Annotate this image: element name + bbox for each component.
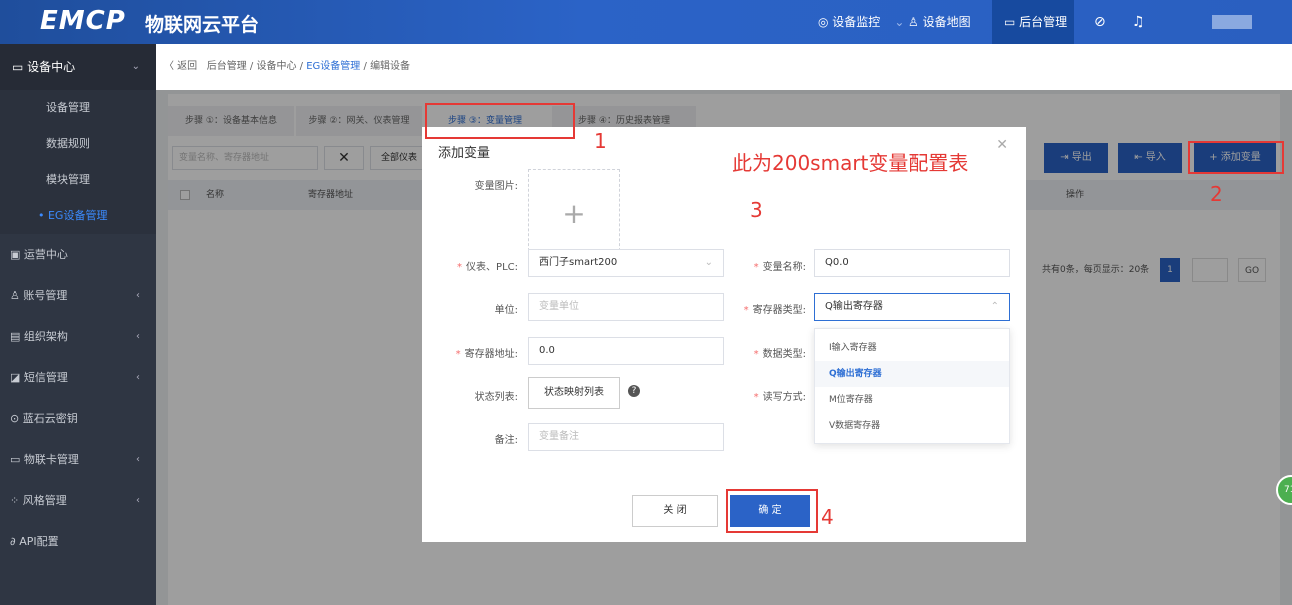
key-icon: ⊙ [10, 412, 23, 425]
close-button[interactable]: 关 闭 [632, 495, 718, 527]
monitor-icon: ◎ [818, 15, 833, 29]
breadcrumb-current: 编辑设备 [370, 61, 411, 72]
chevron-left-icon: ‹ [136, 454, 140, 465]
annotation-number-2: 2 [1210, 182, 1223, 206]
user-icon: ♙ [10, 289, 24, 302]
rw-label: * 读写方式: [753, 392, 806, 403]
chevron-up-icon: ⌃ [990, 301, 999, 312]
sidebar-item-accounts[interactable]: ♙ 账号管理 ‹ [0, 275, 156, 316]
annotation-box-2 [1188, 141, 1284, 174]
sidebar-section-device-center[interactable]: ▭ 设备中心 ⌄ [0, 44, 156, 90]
help-icon[interactable]: ⊘ [1094, 0, 1106, 44]
sidebar-item-data-rules[interactable]: 数据规则 [0, 126, 156, 162]
annotation-box-4 [726, 489, 818, 533]
unit-label: 单位: [494, 305, 518, 316]
close-icon[interactable]: ✕ [996, 137, 1008, 153]
data-type-label: * 数据类型: [753, 349, 806, 360]
image-upload[interactable]: + [528, 169, 620, 261]
status-map-button[interactable]: 状态映射列表 [528, 377, 620, 409]
breadcrumb-admin[interactable]: 后台管理 [207, 61, 247, 72]
instrument-label: * 仪表、PLC: [457, 262, 518, 273]
register-address-input[interactable]: 0.0 [528, 337, 724, 365]
add-variable-dialog: 添加变量 ✕ 变量图片: + * 仪表、PLC: 西门子smart200 ⌄ * 变量… [422, 127, 1026, 542]
sidebar-item-sms[interactable]: ◪ 短信管理 ‹ [0, 357, 156, 398]
sidebar: ▭ 设备中心 ⌄ 设备管理 数据规则 模块管理 • EG设备管理 ▣ 运营中心 … [0, 44, 156, 605]
sidebar-item-operations[interactable]: ▣ 运营中心 [0, 234, 156, 275]
plus-icon: + [562, 197, 586, 230]
nav-device-monitor[interactable]: ◎ 设备监控 ⌄ [818, 0, 904, 44]
register-type-label: * 寄存器类型: [743, 305, 806, 316]
variable-name-input[interactable]: Q0.0 [814, 249, 1010, 277]
chevron-left-icon: ‹ [136, 290, 140, 301]
sidebar-item-style[interactable]: ⁘ 风格管理 ‹ [0, 480, 156, 521]
dialog-title: 添加变量 [438, 146, 491, 161]
address-label: * 寄存器地址: [455, 349, 518, 360]
option-v-register[interactable]: V数据寄存器 [815, 413, 1009, 439]
sidebar-item-api[interactable]: ∂ API配置 [0, 521, 156, 562]
annotation-number-1: 1 [594, 129, 607, 153]
instrument-select[interactable]: 西门子smart200 ⌄ [528, 249, 724, 277]
link-icon: ∂ [10, 535, 20, 548]
option-q-register[interactable]: Q输出寄存器 [815, 361, 1009, 387]
annotation-number-3: 3 [750, 198, 763, 222]
remark-input[interactable]: 变量备注 [528, 423, 724, 451]
chevron-down-icon: ⌄ [894, 15, 905, 29]
user-icon: ♙ [908, 15, 923, 29]
chart-icon: ▣ [10, 248, 24, 261]
breadcrumb: 〈 返回 后台管理 / 设备中心 / EG设备管理 / 编辑设备 [156, 44, 1292, 90]
image-label: 变量图片: [474, 181, 518, 192]
sidebar-item-iot-card[interactable]: ▭ 物联卡管理 ‹ [0, 439, 156, 480]
platform-name: 物联网云平台 [145, 14, 260, 36]
chevron-down-icon: ⌄ [704, 257, 713, 268]
monitor-icon: ▭ [12, 60, 28, 74]
sidebar-item-key[interactable]: ⊙ 蓝石云密钥 [0, 398, 156, 439]
sidebar-item-device-management[interactable]: 设备管理 [0, 90, 156, 126]
remark-label: 备注: [494, 435, 518, 446]
bell-icon[interactable]: ♫ [1132, 0, 1145, 44]
status-label: 状态列表: [474, 392, 518, 403]
chevron-left-icon: ‹ [136, 495, 140, 506]
nav-device-map[interactable]: ♙ 设备地图 [908, 0, 971, 44]
register-type-select[interactable]: Q输出寄存器 ⌃ [814, 293, 1010, 321]
monitor-screen-icon: ▭ [1004, 15, 1020, 29]
help-icon[interactable]: ? [628, 385, 640, 397]
annotation-box-1 [425, 103, 575, 139]
unit-input[interactable]: 变量单位 [528, 293, 724, 321]
back-link[interactable]: 〈 返回 [164, 61, 197, 72]
card-icon: ▭ [10, 453, 24, 466]
breadcrumb-device-center[interactable]: 设备中心 [256, 61, 296, 72]
nav-admin[interactable]: ▭ 后台管理 [992, 0, 1074, 44]
chevron-left-icon: ‹ [136, 372, 140, 383]
annotation-number-4: 4 [821, 505, 834, 529]
top-header: EMCP 物联网云平台 ◎ 设备监控 ⌄ ♙ 设备地图 ▭ 后台管理 ⊘ ♫ [0, 0, 1292, 44]
sidebar-item-eg-device-management[interactable]: • EG设备管理 [0, 198, 156, 234]
chevron-left-icon: ‹ [136, 331, 140, 342]
org-icon: ▤ [10, 330, 24, 343]
message-icon: ◪ [10, 371, 24, 384]
option-m-register[interactable]: M位寄存器 [815, 387, 1009, 413]
breadcrumb-eg-device[interactable]: EG设备管理 [306, 61, 360, 72]
sidebar-item-organization[interactable]: ▤ 组织架构 ‹ [0, 316, 156, 357]
chevron-down-icon: ⌄ [131, 61, 140, 72]
logo: EMCP [40, 6, 126, 36]
sidebar-item-module-management[interactable]: 模块管理 [0, 162, 156, 198]
option-i-register[interactable]: I输入寄存器 [815, 335, 1009, 361]
user-avatar[interactable] [1212, 15, 1252, 29]
annotation-note: 此为200smart变量配置表 [732, 151, 969, 175]
name-label: * 变量名称: [753, 262, 806, 273]
register-type-dropdown: I输入寄存器 Q输出寄存器 M位寄存器 V数据寄存器 [814, 328, 1010, 444]
grid-icon: ⁘ [10, 494, 23, 507]
